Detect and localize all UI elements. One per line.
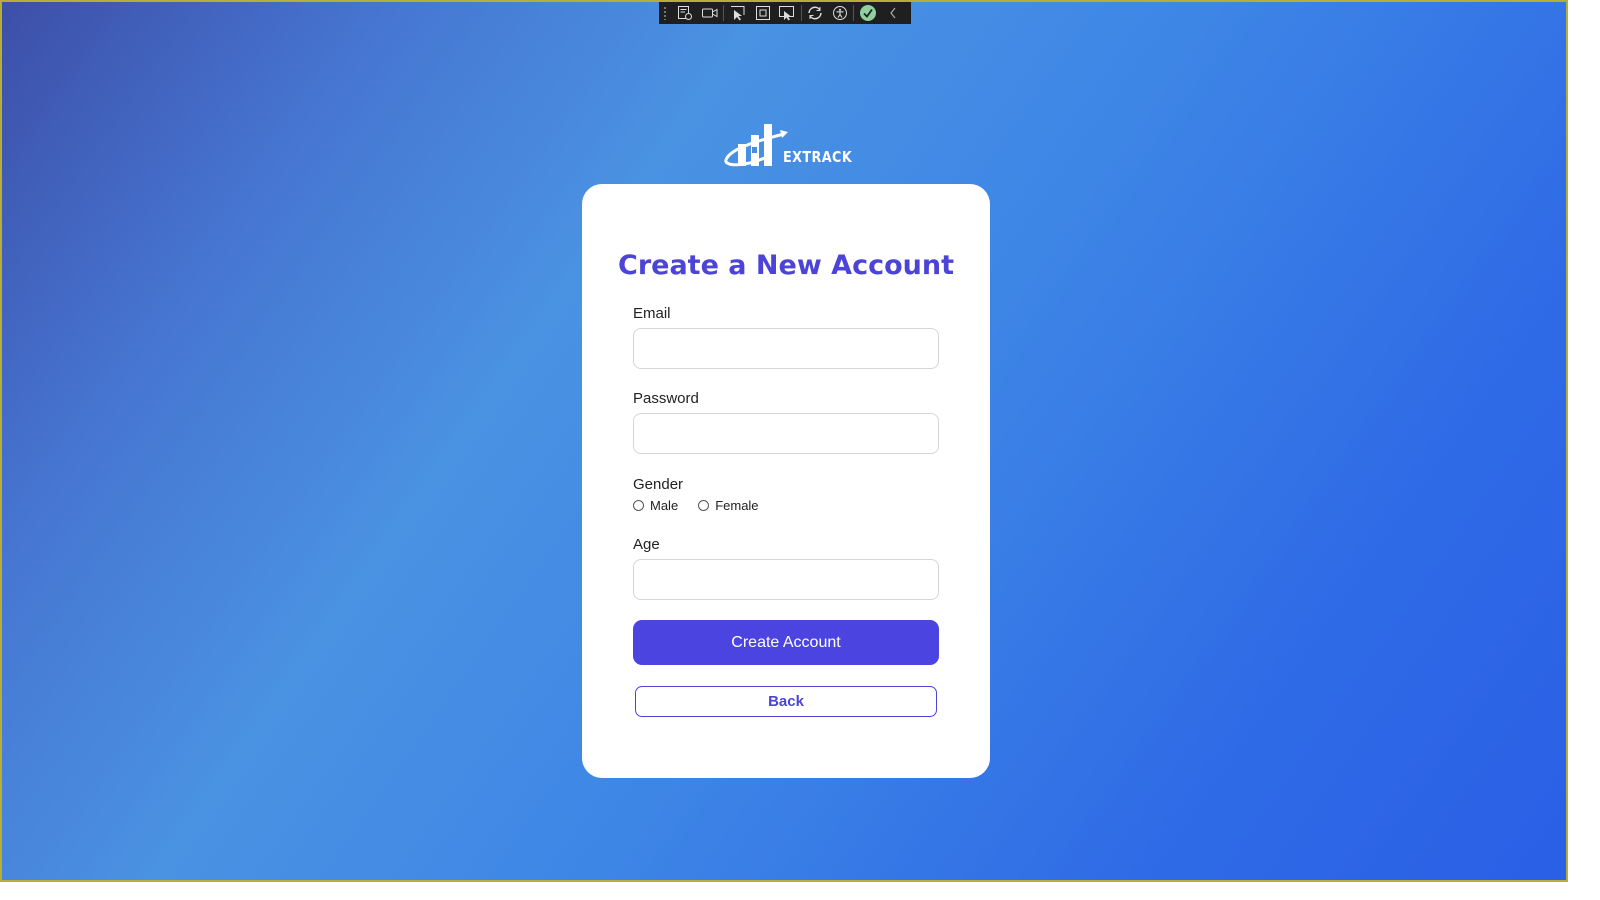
collapse-chevron-icon[interactable]	[880, 2, 905, 24]
brand-name: EXTRACK	[783, 148, 853, 166]
app-window: EXTRACK Create a New Account Email Passw…	[0, 0, 1568, 882]
gender-label: Gender	[633, 476, 684, 493]
password-label: Password	[633, 390, 699, 407]
back-button[interactable]: Back	[635, 686, 937, 717]
toolbar-separator	[800, 5, 802, 21]
hot-reload-icon[interactable]	[803, 2, 828, 24]
page-title: Create a New Account	[618, 250, 954, 281]
email-label: Email	[633, 305, 671, 322]
password-field[interactable]	[633, 413, 939, 454]
gender-radio-group: Male Female	[633, 498, 779, 513]
email-field[interactable]	[633, 328, 939, 369]
radio-button-male[interactable]	[633, 500, 644, 511]
age-field[interactable]	[633, 559, 939, 600]
live-visual-tree-icon[interactable]	[673, 2, 698, 24]
gender-option-male[interactable]: Male	[633, 498, 678, 513]
accessibility-icon[interactable]	[828, 2, 853, 24]
age-label: Age	[633, 536, 660, 553]
toolbar-separator	[723, 5, 725, 21]
toolbar-grip[interactable]	[663, 6, 667, 20]
create-account-button[interactable]: Create Account	[633, 620, 939, 665]
status-ok-icon[interactable]	[855, 2, 880, 24]
debug-toolbar	[659, 2, 911, 24]
gender-option-label: Female	[715, 498, 759, 513]
display-layout-adorners-icon[interactable]	[750, 2, 775, 24]
gender-option-female[interactable]: Female	[698, 498, 759, 513]
select-element-icon[interactable]	[725, 2, 750, 24]
radio-button-female[interactable]	[698, 500, 710, 511]
video-camera-icon[interactable]	[698, 2, 723, 24]
brand-logo: EXTRACK	[724, 122, 854, 170]
gender-option-label: Male	[650, 498, 679, 513]
track-focused-element-icon[interactable]	[775, 2, 800, 24]
toolbar-separator	[853, 5, 855, 21]
